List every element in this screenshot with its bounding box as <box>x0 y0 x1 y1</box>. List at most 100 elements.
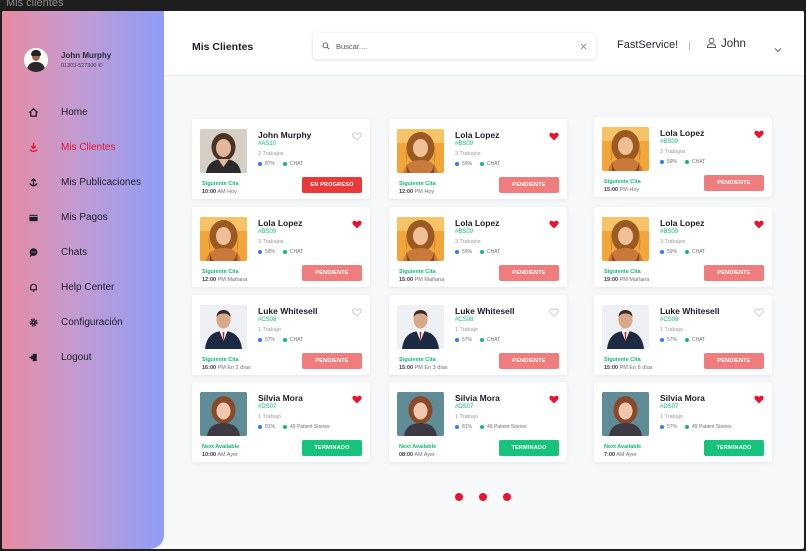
status-button[interactable]: EN PROGRESO <box>302 177 362 193</box>
status-button[interactable]: PENDIENTE <box>704 353 764 369</box>
client-rating: 59% <box>462 161 473 167</box>
client-name: Lola Lopez <box>660 128 705 138</box>
client-card[interactable]: Luke Whitesell #CS08 1 Trabajo 57% CHAT Sigui… <box>389 295 567 375</box>
client-chat[interactable]: CHAT <box>487 249 500 255</box>
client-name: Silvia Mora <box>455 393 500 403</box>
client-name: Luke Whitesell <box>455 306 515 316</box>
client-chat[interactable]: CHAT <box>487 337 500 343</box>
status-button[interactable]: PENDIENTE <box>302 353 362 369</box>
page-dot[interactable] <box>455 493 463 501</box>
heart-filled-icon[interactable] <box>754 216 764 234</box>
client-card[interactable]: Lola Lopez #BS09 3 Trabajos 59% CHAT Siguient… <box>389 119 567 199</box>
client-card[interactable]: Silvia Mora #DS07 1 Trabajo 57% 49 Patient S… <box>594 382 772 462</box>
client-card[interactable]: Lola Lopez #BS09 3 Trabajos 59% CHAT Siguient… <box>594 207 772 287</box>
appointment-hour: 12:00 <box>399 189 414 195</box>
sidebar: John Murphy 01303-527300 ✆ Home Mis Clie… <box>2 11 164 549</box>
client-chat[interactable]: CHAT <box>692 249 705 255</box>
client-name: Silvia Mora <box>258 393 303 403</box>
client-card[interactable]: Lola Lopez #BS09 3 Trabajos 59% CHAT Siguient… <box>192 207 370 287</box>
chat-dot-icon <box>480 338 485 342</box>
status-button[interactable]: PENDIENTE <box>302 265 362 281</box>
sidebar-item-mis-clientes[interactable]: Mis Clientes <box>2 130 164 165</box>
status-button[interactable]: PENDIENTE <box>704 265 764 281</box>
chat-dot-icon <box>480 425 485 429</box>
user-menu[interactable]: John <box>706 37 746 51</box>
client-code: #CS08 <box>660 317 679 323</box>
status-button[interactable]: PENDIENTE <box>704 175 764 191</box>
page-dot[interactable] <box>503 493 511 501</box>
sidebar-item-mis-pagos[interactable]: Mis Pagos <box>2 200 164 235</box>
sidebar-item-label: Home <box>61 107 88 118</box>
client-card[interactable]: Silvia Mora #DS07 1 Trabajo 81% 49 Patient S… <box>389 382 567 462</box>
heart-filled-icon[interactable] <box>754 391 764 409</box>
chevron-down-icon[interactable] <box>774 40 782 58</box>
appointment-hour: 16:00 <box>202 365 217 371</box>
next-appointment-time: 15:00 PM En 3 días <box>399 365 448 371</box>
search-bar <box>313 33 596 59</box>
client-chat[interactable]: CHAT <box>290 249 303 255</box>
client-card[interactable]: Lola Lopez #BS09 3 Trabajos 59% CHAT Siguient… <box>594 117 772 197</box>
heart-filled-icon[interactable] <box>549 216 559 234</box>
heart-outline-icon[interactable] <box>352 304 362 322</box>
rating-dot-icon <box>455 425 459 429</box>
client-jobs: 2 Trabajos <box>258 151 284 157</box>
heart-filled-icon[interactable] <box>549 391 559 409</box>
sidebar-item-help-center[interactable]: Help Center <box>2 270 164 305</box>
page-dot[interactable] <box>479 493 487 501</box>
client-card[interactable]: Luke Whitesell #CS08 1 Trabajo 57% CHAT Sigui… <box>192 295 370 375</box>
client-chat[interactable]: CHAT <box>290 337 303 343</box>
heart-outline-icon[interactable] <box>549 304 559 322</box>
appointment-day: AM Ayer <box>414 452 435 458</box>
chat-dot-icon <box>685 338 690 342</box>
sidebar-item-chats[interactable]: Chats <box>2 235 164 270</box>
sidebar-item-configuracion[interactable]: Configuración <box>2 305 164 340</box>
sidebar-item-label: Configuración <box>61 317 123 328</box>
heart-filled-icon[interactable] <box>549 128 559 146</box>
client-stats: 57% CHAT <box>660 337 705 343</box>
client-code: #DS07 <box>455 404 474 410</box>
client-chat[interactable]: 49 Patient Stories <box>290 424 329 430</box>
next-appointment-time: 10:00 AM Ayer <box>202 452 238 458</box>
client-photo <box>397 129 444 173</box>
client-rating: 57% <box>462 337 473 343</box>
search-input[interactable] <box>336 41 580 51</box>
status-button[interactable]: PENDIENTE <box>499 177 559 193</box>
appointment-hour: 19:00 <box>604 277 619 283</box>
next-appointment-time: 08:00 AM Ayer <box>399 452 435 458</box>
client-chat[interactable]: CHAT <box>487 161 500 167</box>
appointment-hour: 10:00 <box>202 189 217 195</box>
next-appointment-time: 7:00 AM Ayer <box>604 452 637 458</box>
status-button[interactable]: TERMINADO <box>302 440 362 456</box>
client-jobs: 3 Trabajos <box>455 239 481 245</box>
client-chat[interactable]: CHAT <box>692 159 705 165</box>
next-appointment-label: Siguiente Cita <box>202 181 239 187</box>
sidebar-item-mis-publicaciones[interactable]: Mis Publicaciones <box>2 165 164 200</box>
status-button[interactable]: PENDIENTE <box>499 265 559 281</box>
next-appointment-label: Siguiente Cita <box>399 357 436 363</box>
clear-search-icon[interactable] <box>580 37 587 55</box>
client-code: #BS09 <box>660 229 679 235</box>
client-chat[interactable]: CHAT <box>290 161 303 167</box>
client-chat[interactable]: 49 Patient Stories <box>487 424 526 430</box>
client-rating: 59% <box>667 159 678 165</box>
heart-filled-icon[interactable] <box>352 216 362 234</box>
heart-outline-icon[interactable] <box>754 304 764 322</box>
client-rating: 57% <box>265 337 276 343</box>
client-chat[interactable]: CHAT <box>692 337 705 343</box>
client-chat[interactable]: 49 Patient Stories <box>692 424 731 430</box>
client-photo <box>602 305 649 349</box>
sidebar-item-home[interactable]: Home <box>2 95 164 130</box>
heart-filled-icon[interactable] <box>754 126 764 144</box>
client-rating: 81% <box>462 424 473 430</box>
status-button[interactable]: TERMINADO <box>499 440 559 456</box>
profile[interactable]: John Murphy 01303-527300 ✆ <box>24 48 111 72</box>
client-card[interactable]: John Murphy #AS10 2 Trabajos 87% CHAT Siguien… <box>192 119 370 199</box>
heart-outline-icon[interactable] <box>352 128 362 146</box>
heart-filled-icon[interactable] <box>352 391 362 409</box>
client-card[interactable]: Silvia Mora #DS07 1 Trabajo 81% 49 Patient S… <box>192 382 370 462</box>
status-button[interactable]: TERMINADO <box>704 440 764 456</box>
status-button[interactable]: PENDIENTE <box>499 353 559 369</box>
client-card[interactable]: Lola Lopez #BS09 3 Trabajos 59% CHAT Siguient… <box>389 207 567 287</box>
sidebar-item-logout[interactable]: Logout <box>2 340 164 375</box>
client-card[interactable]: Luke Whitesell #CS08 1 Trabajo 57% CHAT Sigui… <box>594 295 772 375</box>
